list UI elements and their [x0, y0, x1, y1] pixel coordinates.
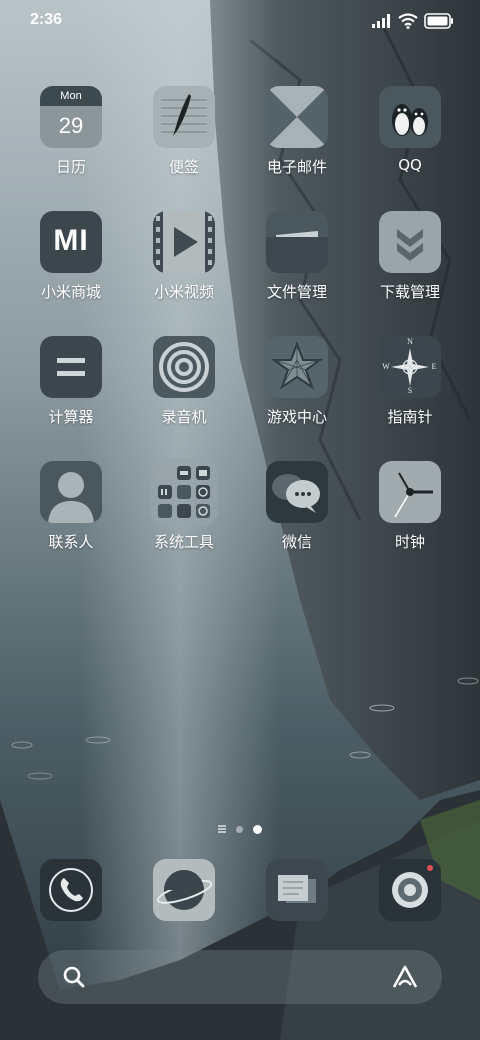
assistant-icon[interactable] [390, 963, 420, 991]
game-star-icon [266, 336, 328, 398]
battery-icon [424, 13, 453, 29]
email-icon [266, 86, 328, 148]
app-mi-video[interactable]: 小米视频 [129, 211, 239, 311]
app-clock[interactable]: 时钟 [355, 461, 465, 561]
dock-messages[interactable] [266, 859, 328, 921]
app-mi-store[interactable]: MI 小米商城 [16, 211, 126, 311]
app-label: 电子邮件 [266, 158, 327, 176]
folder-icon [266, 211, 328, 273]
compass-east: E [431, 362, 437, 371]
signal-icon [372, 14, 390, 28]
app-label: 游戏中心 [266, 408, 327, 426]
app-recorder[interactable]: 录音机 [129, 336, 239, 436]
app-label: 日历 [55, 158, 86, 176]
search-bar[interactable] [38, 950, 442, 1004]
browser-planet-icon [156, 870, 213, 910]
wechat-icon [266, 461, 328, 523]
contacts-icon [40, 461, 102, 523]
dock-browser[interactable] [153, 859, 215, 921]
app-label: QQ [398, 156, 422, 174]
app-label: 时钟 [394, 533, 425, 551]
app-file-manager[interactable]: 文件管理 [242, 211, 352, 311]
compass-icon: N E S W [379, 336, 441, 398]
messages-icon [278, 875, 316, 903]
qq-icon [379, 86, 441, 148]
app-wechat[interactable]: 微信 [242, 461, 352, 561]
app-calendar[interactable]: Mon 29 日历 [16, 86, 126, 186]
app-label: 录音机 [161, 408, 207, 426]
app-label: 系统工具 [153, 533, 214, 551]
phone-icon [49, 868, 93, 912]
app-contacts[interactable]: 联系人 [16, 461, 126, 561]
status-icons [372, 12, 454, 30]
app-game-center[interactable]: 游戏中心 [242, 336, 352, 436]
compass-north: N [407, 337, 413, 346]
app-label: 微信 [281, 533, 312, 551]
recorder-icon [153, 336, 215, 398]
page-indicator[interactable] [218, 822, 262, 836]
notes-icon [153, 86, 215, 148]
mi-logo: MI [53, 224, 89, 257]
status-time: 2:36 [30, 11, 63, 28]
page-dot-active [253, 824, 262, 834]
app-label: 下载管理 [379, 283, 440, 301]
clock-icon [379, 461, 441, 523]
app-email[interactable]: 电子邮件 [242, 86, 352, 186]
wifi-icon [398, 13, 418, 29]
download-icon [379, 211, 441, 273]
status-bar: 2:36 [0, 0, 480, 40]
dock-phone[interactable] [40, 859, 102, 921]
compass-south: S [407, 386, 413, 395]
app-qq[interactable]: QQ [355, 86, 465, 186]
calendar-icon: Mon 29 [40, 86, 102, 148]
app-label: 便签 [168, 158, 199, 176]
page-list-icon [218, 825, 226, 833]
folder-system-tools[interactable]: 系统工具 [129, 458, 239, 561]
mi-store-icon: MI [40, 211, 102, 273]
app-compass[interactable]: N E S W 指南针 [355, 336, 465, 436]
camera-icon [392, 865, 433, 908]
video-icon [153, 211, 215, 273]
calendar-day: Mon [40, 86, 102, 106]
app-label: 指南针 [387, 408, 433, 426]
app-label: 小米商城 [40, 283, 101, 301]
compass-west: W [382, 362, 390, 371]
app-notes[interactable]: 便签 [129, 86, 239, 186]
app-label: 计算器 [48, 408, 94, 426]
app-downloads[interactable]: 下载管理 [355, 211, 465, 311]
app-label: 小米视频 [153, 283, 214, 301]
calculator-icon [40, 336, 102, 398]
search-icon[interactable] [60, 963, 88, 991]
app-label: 文件管理 [266, 283, 327, 301]
page-dot [236, 825, 243, 833]
folder-grid-icon [150, 458, 218, 526]
dock-camera[interactable] [379, 859, 441, 921]
app-label: 联系人 [48, 533, 94, 551]
app-calculator[interactable]: 计算器 [16, 336, 126, 436]
calendar-date: 29 [58, 113, 84, 138]
